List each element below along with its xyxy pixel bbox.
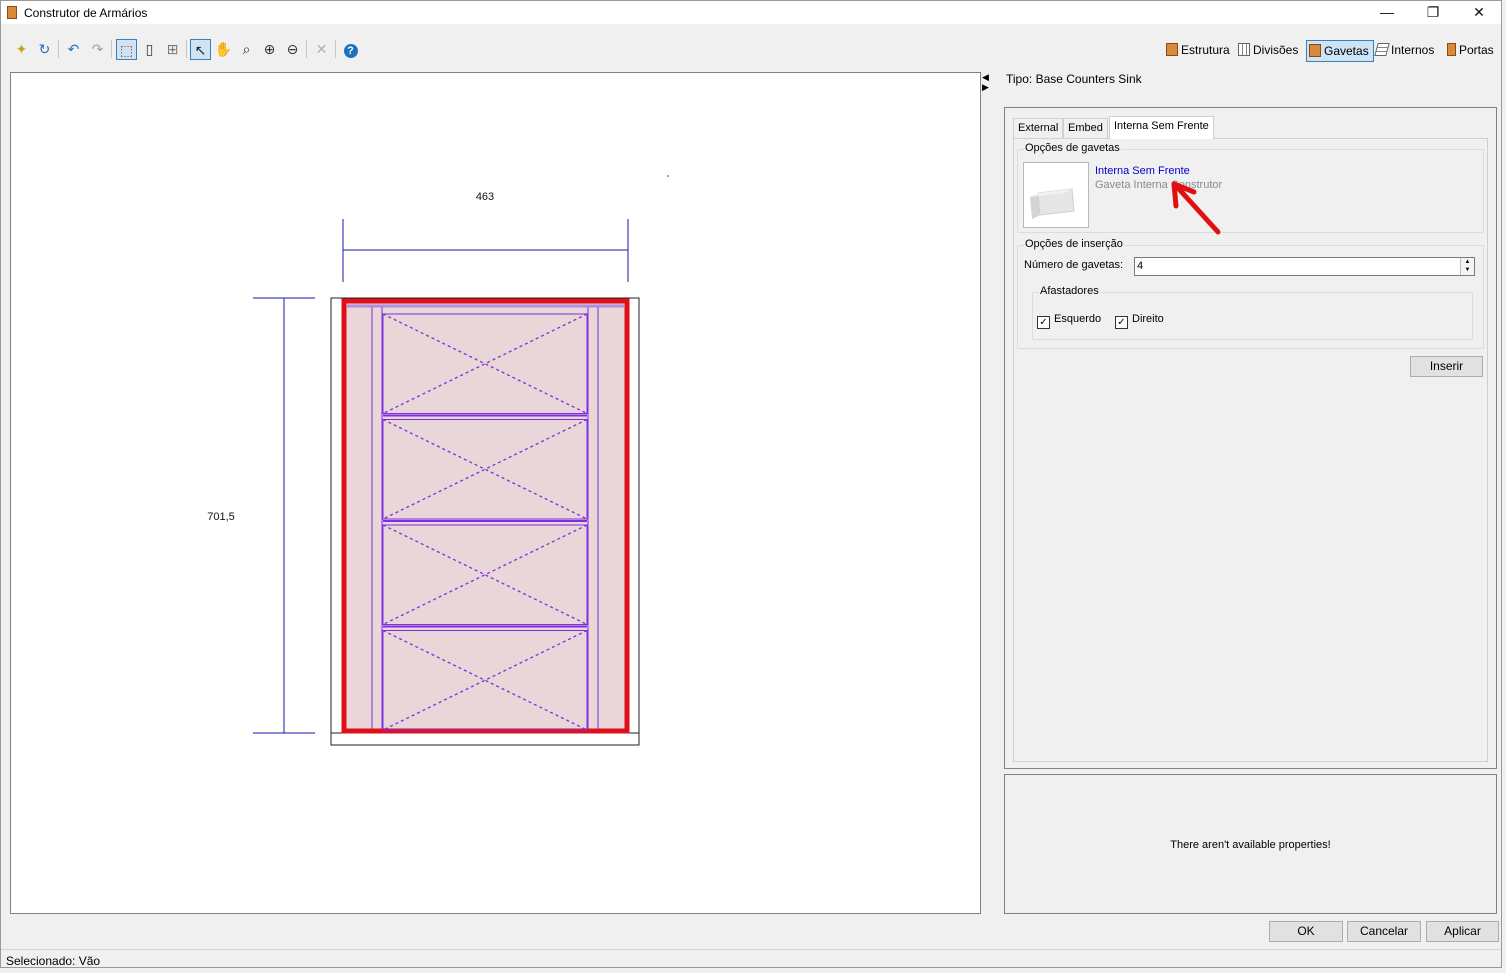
tab-content: Opções de gavetas Interna Sem Frente Gav… — [1013, 138, 1488, 762]
mode-gavetas[interactable]: Gavetas — [1306, 40, 1374, 62]
width-dimension-label: 463 — [476, 191, 494, 203]
properties-message: There aren't available properties! — [1170, 839, 1331, 851]
pan-hand-icon[interactable]: ✋ — [213, 39, 234, 60]
refresh-icon[interactable]: ↻ — [34, 39, 55, 60]
cancel-button[interactable]: Cancelar — [1347, 921, 1421, 942]
spacers-group: Afastadores ✓ Esquerdo ✓ Direito — [1032, 285, 1473, 340]
drawer-item-title[interactable]: Interna Sem Frente — [1095, 165, 1190, 177]
toolbar-separator — [306, 40, 307, 58]
pointer-icon[interactable]: ↖ — [190, 39, 211, 60]
toolbar-separator — [58, 40, 59, 58]
cabinet-builder-window: Construtor de Armários — ❐ ✕ ✦ ↻ ↶ ↷ ⬚ ▯… — [0, 0, 1502, 968]
cabinet-drawing: 463 701,5 — [207, 175, 669, 746]
checkmark-icon: ✓ — [1037, 316, 1050, 329]
collapse-right-icon: ▶ — [982, 82, 989, 92]
toolbar: ✦ ↻ ↶ ↷ ⬚ ▯ ⊞ ↖ ✋ ⌕ ⊕ ⊖ ✕ ? Estrutura Di… — [1, 34, 1501, 66]
drawer-count-input[interactable]: 4 ▲ ▼ — [1134, 257, 1475, 276]
window-title: Construtor de Armários — [24, 6, 148, 20]
status-text: Selecionado: Vão — [6, 954, 101, 968]
tab-embed[interactable]: Embed — [1063, 118, 1108, 138]
drawer-count-spinner[interactable]: ▲ ▼ — [1460, 258, 1474, 275]
spacers-label: Afastadores — [1039, 285, 1100, 297]
restore-button[interactable]: ❐ — [1410, 1, 1456, 24]
width-dimension: 463 — [342, 191, 629, 282]
ok-button[interactable]: OK — [1269, 921, 1343, 942]
mode-portas[interactable]: Portas — [1445, 40, 1498, 62]
help-button[interactable]: ? — [340, 39, 361, 60]
frame-icon[interactable]: ▯ — [139, 39, 160, 60]
new-icon[interactable]: ✦ — [11, 39, 32, 60]
cabinet-icon — [1166, 43, 1178, 56]
drawing-canvas[interactable]: 463 701,5 — [10, 72, 981, 914]
apply-button[interactable]: Aplicar — [1426, 921, 1499, 942]
mode-label: Gavetas — [1324, 44, 1369, 58]
title-bar: Construtor de Armários — ❐ ✕ — [1, 1, 1501, 24]
drawers-icon — [1309, 44, 1321, 57]
door-icon — [1447, 43, 1456, 56]
shelves-icon — [1374, 43, 1390, 56]
properties-panel: There aren't available properties! — [1004, 774, 1497, 914]
zoom-fit-icon[interactable]: ⌕ — [236, 39, 257, 60]
red-arrow-annotation — [1171, 181, 1221, 235]
options-panel: External Embed Interna Sem Frente Opções… — [1004, 107, 1497, 769]
app-icon — [7, 6, 17, 19]
mode-label: Portas — [1459, 43, 1494, 57]
drawer-count-label: Número de gavetas: — [1024, 259, 1124, 271]
minimize-button[interactable]: — — [1364, 1, 1410, 24]
close-button[interactable]: ✕ — [1456, 1, 1502, 24]
grid-icon[interactable]: ⊞ — [162, 39, 183, 60]
checkmark-icon: ✓ — [1115, 316, 1128, 329]
status-bar: Selecionado: Vão — [1, 949, 1501, 968]
zoom-in-icon[interactable]: ⊕ — [259, 39, 280, 60]
divisions-grid-icon — [1238, 43, 1250, 56]
mode-estrutura[interactable]: Estrutura — [1164, 40, 1234, 62]
selected-opening[interactable] — [341, 298, 630, 734]
drawer-options-group: Opções de gavetas Interna Sem Frente Gav… — [1017, 142, 1484, 235]
height-dimension-label: 701,5 — [207, 511, 235, 523]
mode-label: Internos — [1391, 43, 1435, 57]
collapse-left-icon: ◀ — [982, 72, 989, 82]
left-spacer-label: Esquerdo — [1054, 313, 1102, 325]
canvas-dot — [667, 175, 669, 177]
redo-icon[interactable]: ↷ — [87, 39, 108, 60]
right-spacer-label: Direito — [1132, 313, 1164, 325]
toolbar-separator — [335, 40, 336, 58]
tab-external[interactable]: External — [1013, 118, 1064, 138]
panel-collapse-toggle[interactable]: ◀ ▶ — [982, 72, 994, 92]
drawer-thumbnail[interactable] — [1023, 162, 1089, 228]
right-spacer-checkbox[interactable]: ✓ Direito — [1115, 313, 1164, 329]
mode-internos[interactable]: Internos — [1374, 40, 1438, 62]
undo-icon[interactable]: ↶ — [63, 39, 84, 60]
select-area-icon[interactable]: ⬚ — [116, 39, 137, 60]
delete-icon[interactable]: ✕ — [311, 39, 332, 60]
insert-options-label: Opções de inserção — [1024, 238, 1124, 250]
tab-interna-sem-frente[interactable]: Interna Sem Frente — [1109, 116, 1214, 139]
mode-label: Divisões — [1253, 43, 1299, 57]
height-dimension: 701,5 — [207, 297, 315, 734]
zoom-out-icon[interactable]: ⊖ — [282, 39, 303, 60]
drawer-options-label: Opções de gavetas — [1024, 142, 1121, 154]
toolbar-separator — [111, 40, 112, 58]
drawer-count-value: 4 — [1137, 260, 1144, 272]
drawer-preview-icon — [1030, 188, 1075, 219]
left-spacer-checkbox[interactable]: ✓ Esquerdo — [1037, 313, 1101, 329]
mode-divisoes[interactable]: Divisões — [1236, 40, 1302, 62]
type-label: Tipo: Base Counters Sink — [1006, 72, 1142, 86]
insert-options-group: Opções de inserção Número de gavetas: 4 … — [1017, 238, 1484, 349]
mode-label: Estrutura — [1181, 43, 1230, 57]
help-icon: ? — [343, 44, 358, 58]
toolbar-separator — [186, 40, 187, 58]
insert-button[interactable]: Inserir — [1410, 356, 1483, 377]
